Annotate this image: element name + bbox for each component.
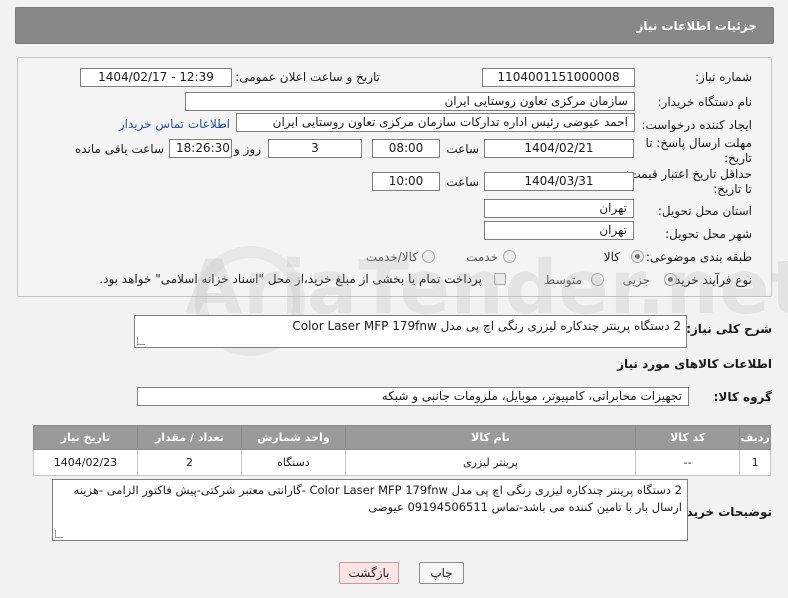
reply-time-label: ساعت — [446, 142, 479, 156]
treasury-payment-checkbox[interactable] — [494, 273, 506, 285]
remaining-label: ساعت باقی مانده — [74, 142, 164, 156]
table-row[interactable]: 1 -- پرینتر لیزری دستگاه 2 1404/02/23 — [33, 449, 771, 476]
announce-datetime-field[interactable]: 1404/02/17 - 12:39 — [80, 68, 232, 87]
category-service-label: خدمت — [466, 250, 498, 264]
category-goods-radio[interactable] — [631, 250, 644, 263]
reply-time-field[interactable]: 08:00 — [372, 139, 440, 158]
cell-name: پرینتر لیزری — [344, 449, 637, 476]
province-field[interactable]: تهران — [484, 199, 634, 218]
category-goods-service-radio[interactable] — [422, 250, 435, 263]
process-minor-label: جزیی — [622, 273, 650, 287]
category-service-radio[interactable] — [503, 250, 516, 263]
col-unit-header: واحد شمارش — [240, 425, 346, 450]
reply-deadline-label: مهلت ارسال پاسخ: تا تاریخ: — [645, 136, 752, 165]
cell-code: -- — [635, 449, 741, 476]
col-qty-header: تعداد / مقدار — [136, 425, 242, 450]
general-desc-text: 2 دستگاه پرینتر چندکاره لیزری رنگی اچ پی… — [292, 319, 681, 333]
need-number-label: شماره نیاز: — [695, 70, 752, 84]
cell-unit: دستگاه — [240, 449, 346, 476]
reply-date-field[interactable]: 1404/02/21 — [484, 139, 634, 158]
col-row-header: ردیف — [739, 425, 771, 450]
buyer-notes-line-1: 2 دستگاه پرینتر چندکاره لیزری رنگی اچ پی… — [73, 483, 682, 497]
back-button[interactable]: بازگشت — [339, 562, 399, 584]
resize-handle-icon[interactable] — [55, 530, 63, 538]
resize-handle-icon[interactable] — [137, 337, 145, 345]
goods-group-label: گروه کالا: — [713, 390, 772, 404]
category-label: طبقه بندی موضوعی: — [645, 250, 752, 264]
province-label: استان محل تحویل: — [657, 204, 752, 218]
price-time-field[interactable]: 10:00 — [372, 172, 440, 191]
process-medium-label: متوسط — [544, 273, 582, 287]
process-medium-radio[interactable] — [591, 273, 604, 286]
category-goods-service-label: کالا/خدمت — [365, 250, 418, 264]
goods-table: ردیف کد کالا نام کالا واحد شمارش تعداد /… — [33, 425, 771, 476]
buyer-org-label: نام دستگاه خریدار: — [657, 95, 753, 109]
page-header: جزئیات اطلاعات نیاز — [15, 7, 774, 44]
table-header-row: ردیف کد کالا نام کالا واحد شمارش تعداد /… — [33, 425, 771, 450]
buyer-org-field[interactable]: سازمان مرکزی تعاون روستایی ایران — [185, 92, 635, 111]
page-title: جزئیات اطلاعات نیاز — [636, 19, 757, 33]
general-desc-field[interactable]: 2 دستگاه پرینتر چندکاره لیزری رنگی اچ پی… — [134, 315, 687, 348]
cell-qty: 2 — [136, 449, 242, 476]
col-date-header: تاریخ نیاز — [33, 425, 138, 450]
goods-section-title: اطلاعات کالاهای مورد نیاز — [617, 357, 772, 371]
col-name-header: نام کالا — [344, 425, 637, 450]
price-deadline-label: حداقل تاریخ اعتبار قیمت: تا تاریخ: — [625, 167, 752, 196]
days-label: روز و — [234, 142, 261, 156]
general-desc-label: شرح کلی نیاز: — [686, 322, 772, 336]
buyer-notes-line-2: ارسال بار با تامین کننده می باشد-تماس 09… — [368, 500, 682, 514]
buyer-contact-link[interactable]: اطلاعات تماس خریدار — [119, 117, 230, 131]
price-time-label: ساعت — [446, 175, 479, 189]
payment-note: پرداخت تمام یا بخشی از مبلغ خرید،از محل … — [99, 272, 482, 286]
days-remaining-field[interactable]: 3 — [268, 139, 362, 158]
process-label: نوع فرآیند خرید : — [667, 273, 752, 287]
creator-field[interactable]: احمد عیوضی رئیس اداره تدارکات سازمان مرک… — [236, 113, 635, 132]
price-date-field[interactable]: 1404/03/31 — [484, 172, 634, 191]
city-field[interactable]: تهران — [484, 221, 634, 240]
print-button[interactable]: چاپ — [419, 562, 464, 584]
need-number-field[interactable]: 1104001151000008 — [482, 68, 635, 87]
announce-label: تاریخ و ساعت اعلان عمومی: — [235, 70, 380, 84]
process-minor-radio[interactable] — [664, 273, 677, 286]
category-goods-label: کالا — [603, 250, 620, 264]
creator-label: ایجاد کننده درخواست: — [641, 118, 752, 132]
goods-group-field[interactable]: تجهیزات مخابراتی، کامپیوتر، موبایل، ملزو… — [137, 387, 689, 406]
city-label: شهر محل تحویل: — [665, 227, 752, 241]
remaining-time-field[interactable]: 18:26:30 — [169, 139, 232, 158]
cell-date: 1404/02/23 — [33, 449, 138, 476]
cell-row: 1 — [739, 449, 771, 476]
col-code-header: کد کالا — [635, 425, 741, 450]
buyer-notes-field[interactable]: 2 دستگاه پرینتر چندکاره لیزری رنگی اچ پی… — [52, 479, 688, 541]
